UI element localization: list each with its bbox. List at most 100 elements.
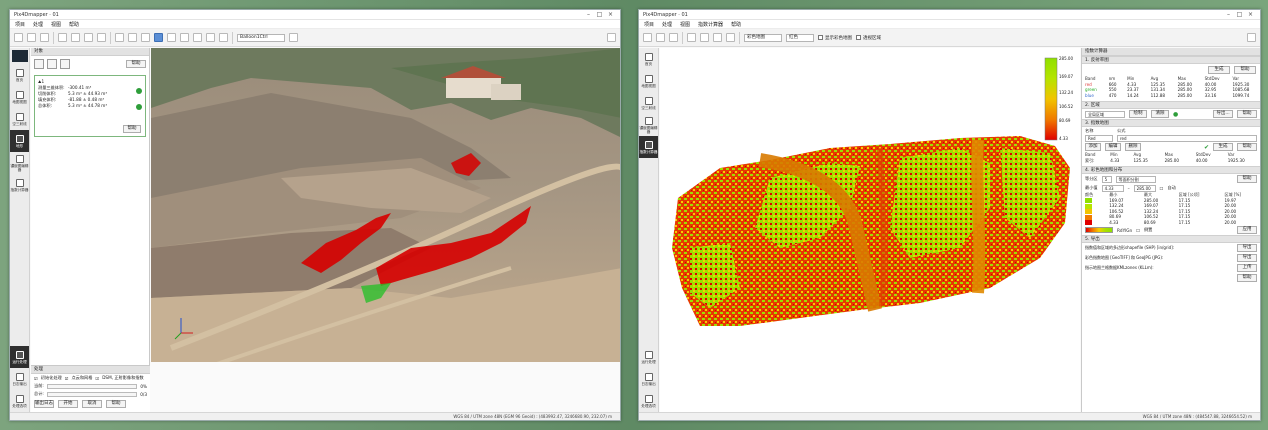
start-button[interactable]: 开始: [58, 400, 78, 408]
menu-index-calculator[interactable]: 指数计算器: [698, 21, 723, 28]
class-count-field[interactable]: 5: [1101, 175, 1112, 183]
sidebar-item-log-output[interactable]: 日志输出: [10, 368, 29, 390]
section-region[interactable]: 2. 区域: [1082, 101, 1260, 109]
apply-colormap-button[interactable]: 应用: [1237, 226, 1257, 234]
close-icon[interactable]: ×: [1245, 11, 1256, 18]
section-colormap[interactable]: 4. 彩色地图和分布: [1082, 166, 1260, 174]
draw-region-button[interactable]: 绘制: [1129, 110, 1147, 118]
sidebar-item-mosaic-editor[interactable]: 镶嵌图编辑器: [10, 152, 29, 174]
maximize-icon[interactable]: □: [594, 11, 605, 18]
index-map-canvas[interactable]: [660, 48, 1080, 414]
cancel-button[interactable]: 取消: [82, 400, 102, 408]
settings-icon[interactable]: [289, 33, 298, 42]
map-mode-select[interactable]: 彩色地图: [744, 33, 782, 42]
class-color-swatch[interactable]: [1085, 220, 1092, 225]
section-reflectance[interactable]: 1. 反射率图: [1082, 56, 1260, 64]
step2-checkbox[interactable]: ☑: [65, 376, 69, 381]
edit-index-button[interactable]: 编辑: [1105, 143, 1121, 151]
open-project-icon[interactable]: [656, 33, 665, 42]
new-project-icon[interactable]: [643, 33, 652, 42]
sidebar-item-index-calculator[interactable]: 指数计算器: [10, 174, 29, 196]
export-region-button[interactable]: 导出...: [1213, 110, 1233, 118]
transparent-region-checkbox[interactable]: 透视区域: [856, 35, 881, 41]
index-name-select[interactable]: Red: [1085, 134, 1113, 142]
index-formula-field[interactable]: red: [1117, 134, 1257, 142]
measure-icon[interactable]: [193, 33, 202, 42]
sidebar-item-ray-cloud[interactable]: 空三射线: [639, 92, 658, 114]
sidebar-item-mosaic-editor[interactable]: 镶嵌图编辑器: [639, 114, 658, 136]
compute-icon[interactable]: [136, 104, 142, 110]
zoom-out-icon[interactable]: [128, 33, 137, 42]
menu-help[interactable]: 帮助: [731, 21, 741, 28]
invert-checkbox[interactable]: ☐: [1136, 228, 1140, 233]
colormap-help-button[interactable]: 帮助: [1237, 175, 1257, 183]
close-icon[interactable]: ×: [605, 11, 616, 18]
classification-mode-select[interactable]: 等面积分割: [1115, 175, 1156, 183]
menu-project[interactable]: 项目: [15, 21, 25, 28]
export-help-button[interactable]: 帮助: [1237, 274, 1257, 282]
3d-view[interactable]: [151, 48, 620, 362]
auto-checkbox[interactable]: ☐: [1160, 186, 1164, 191]
step3-checkbox[interactable]: ☑: [95, 376, 99, 381]
add-index-button[interactable]: 添加: [1085, 143, 1101, 151]
delete-index-button[interactable]: 删除: [1125, 143, 1141, 151]
show-colormap-checkbox[interactable]: 显示彩色地图: [818, 35, 852, 41]
zoom-in-icon[interactable]: [115, 33, 124, 42]
new-project-icon[interactable]: [14, 33, 23, 42]
open-project-icon[interactable]: [27, 33, 36, 42]
sidebar-item-home[interactable]: 首页: [10, 64, 29, 86]
menu-view[interactable]: 视图: [51, 21, 61, 28]
zoom-in-icon[interactable]: [700, 33, 709, 42]
clear-region-button[interactable]: 清除: [1151, 110, 1169, 118]
mesh-icon[interactable]: [84, 33, 93, 42]
range-max-field[interactable]: 285.00: [1133, 184, 1156, 192]
upload-kml-button[interactable]: 上传: [1237, 264, 1257, 272]
section-index-map[interactable]: 3. 指数地图: [1082, 119, 1260, 127]
objects-help-button[interactable]: 帮助: [126, 60, 146, 68]
new-volume-icon[interactable]: [34, 59, 44, 69]
volume-icon[interactable]: [206, 33, 215, 42]
generate-index-button[interactable]: 生成: [1213, 143, 1233, 151]
region-help-button[interactable]: 帮助: [1237, 110, 1257, 118]
menu-help[interactable]: 帮助: [69, 21, 79, 28]
generate-reflectance-button[interactable]: 生成: [1208, 66, 1230, 74]
class-color-swatch[interactable]: [1085, 203, 1092, 209]
compute-button[interactable]: 帮助: [123, 125, 141, 133]
log-output-button[interactable]: 输出日志: [34, 400, 54, 408]
sidebar-item-ray-cloud[interactable]: 空三射线: [10, 108, 29, 130]
save-icon[interactable]: [40, 33, 49, 42]
zoom-out-icon[interactable]: [713, 33, 722, 42]
step1-checkbox[interactable]: ☑: [34, 376, 38, 381]
user-icon[interactable]: [1247, 33, 1256, 42]
region-select[interactable]: 全局区域: [1085, 110, 1125, 118]
save-icon[interactable]: [669, 33, 678, 42]
sidebar-item-terrain[interactable]: 地形: [10, 130, 29, 152]
menu-process[interactable]: 处理: [33, 21, 43, 28]
delete-volume-icon[interactable]: [60, 59, 70, 69]
export-geotiff-button[interactable]: 导出: [1237, 254, 1257, 262]
export-shapefile-button[interactable]: 导出: [1237, 244, 1257, 252]
menu-process[interactable]: 处理: [662, 21, 672, 28]
range-min-field[interactable]: 4.33: [1101, 184, 1124, 192]
index-map-view[interactable]: 285.00 169.07 132.24 106.52 80.69 4.33: [660, 48, 1080, 412]
brush-icon[interactable]: [219, 33, 228, 42]
pan-icon[interactable]: [180, 33, 189, 42]
sidebar-item-map-view[interactable]: 地图视图: [10, 86, 29, 108]
reflectance-help-button[interactable]: 帮助: [1234, 66, 1256, 74]
index-help-button[interactable]: 帮助: [1237, 143, 1257, 151]
user-icon[interactable]: [607, 33, 616, 42]
band-select[interactable]: 红色: [786, 33, 814, 42]
render-mode-select[interactable]: Balloon1Ctrl: [237, 33, 285, 42]
layers-icon[interactable]: [58, 33, 67, 42]
menu-project[interactable]: 项目: [644, 21, 654, 28]
edit-volume-icon[interactable]: [47, 59, 57, 69]
sidebar-item-log-output[interactable]: 日志输出: [639, 368, 658, 390]
points-icon[interactable]: [71, 33, 80, 42]
dock-help-button[interactable]: 帮助: [106, 400, 126, 408]
navigate-icon[interactable]: [154, 33, 163, 42]
sidebar-item-map-view[interactable]: 地图视图: [639, 70, 658, 92]
minimize-icon[interactable]: –: [1223, 11, 1234, 18]
layers-icon[interactable]: [687, 33, 696, 42]
zoom-fit-icon[interactable]: [141, 33, 150, 42]
sidebar-item-run-processing[interactable]: 运行处理: [10, 346, 29, 368]
